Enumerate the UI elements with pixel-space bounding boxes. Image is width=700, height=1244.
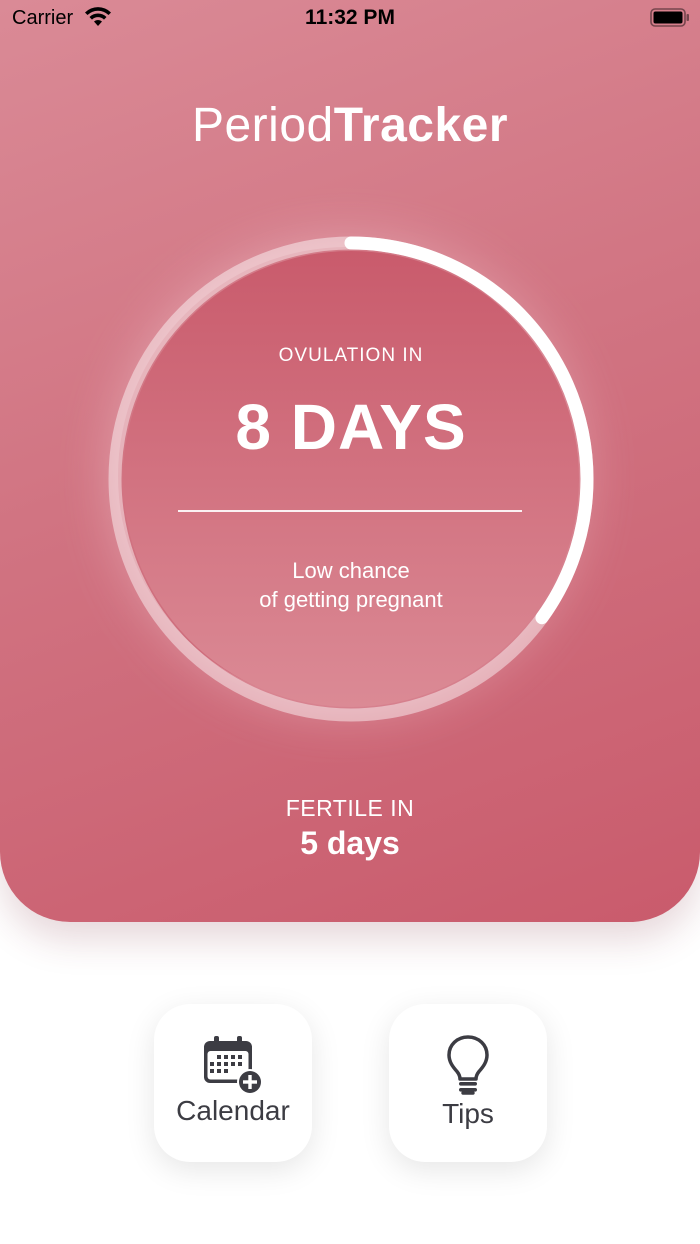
- ovulation-label: OVULATION IN: [278, 345, 424, 366]
- tips-button[interactable]: Tips: [389, 1004, 547, 1162]
- fertile-label: FERTILE IN: [285, 795, 415, 821]
- ovulation-value: 8 DAYS: [235, 391, 467, 463]
- ring-inner-disc: [123, 251, 579, 707]
- app-title-light: Period: [191, 99, 334, 152]
- chance-text-line2: of getting pregnant: [259, 587, 443, 612]
- screen: Carrier 11:32 PM PeriodTracker OVULATION…: [0, 0, 700, 1244]
- calendar-add-icon: [154, 1034, 312, 1096]
- ring-graphic: [108, 236, 594, 722]
- ring-divider: [178, 510, 522, 512]
- chance-text-line1: Low chance: [292, 558, 410, 583]
- fertile-value: 5 days: [300, 825, 400, 861]
- calendar-button[interactable]: Calendar: [154, 1004, 312, 1162]
- lightbulb-icon: [389, 1034, 547, 1096]
- battery-icon: [650, 8, 689, 27]
- status-bar: Carrier 11:32 PM: [0, 0, 700, 36]
- calendar-button-label: Calendar: [176, 1095, 290, 1126]
- ovulation-ring: OVULATION IN 8 DAYS Low chance of gettin…: [106, 235, 596, 723]
- status-time: 11:32 PM: [305, 6, 395, 29]
- app-title-bold: Tracker: [333, 99, 509, 152]
- app-title: PeriodTracker: [0, 98, 700, 153]
- tips-button-label: Tips: [442, 1098, 494, 1129]
